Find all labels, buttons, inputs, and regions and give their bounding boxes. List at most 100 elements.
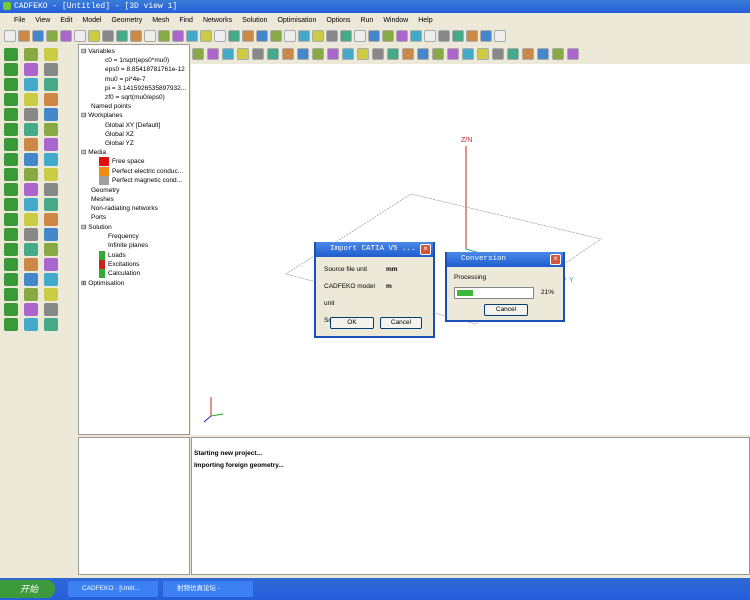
tree-solution-item[interactable]: Calculation (81, 269, 187, 279)
toolbar-button-icon[interactable] (46, 30, 58, 42)
palette-tool-icon[interactable] (4, 108, 18, 121)
toolbar-button-icon[interactable] (74, 30, 86, 42)
palette-tool-icon[interactable] (4, 213, 18, 226)
palette-tool-icon[interactable] (4, 318, 18, 331)
toolbar-button-icon[interactable] (312, 30, 324, 42)
toolbar-button-icon[interactable] (270, 30, 282, 42)
tree-variable[interactable]: eps0 = 8.85418781761e-12 (81, 65, 187, 74)
tree-optimisation[interactable]: ⊞ Optimisation (81, 279, 187, 288)
close-button[interactable]: × (550, 254, 561, 265)
tree-solution[interactable]: ⊟ Solution (81, 223, 187, 232)
palette-tool-icon[interactable] (4, 243, 18, 256)
view-tool-icon[interactable] (237, 48, 249, 60)
toolbar-button-icon[interactable] (466, 30, 478, 42)
cancel-button[interactable]: Cancel (380, 317, 422, 329)
view-tool-icon[interactable] (537, 48, 549, 60)
toolbar-button-icon[interactable] (368, 30, 380, 42)
tree-variable[interactable]: mu0 = pi*4e-7 (81, 75, 187, 84)
tree-medium[interactable]: Perfect magnetic cond... (81, 176, 187, 186)
palette-tool-icon[interactable] (24, 243, 38, 256)
toolbar-button-icon[interactable] (452, 30, 464, 42)
model-tree[interactable]: ⊟ Variables c0 = 1/sqrt(eps0*mu0) eps0 = … (78, 44, 190, 435)
tree-solution-item[interactable]: Frequency (81, 231, 187, 241)
view-tool-icon[interactable] (312, 48, 324, 60)
menu-file[interactable]: File (14, 17, 25, 24)
palette-tool-icon[interactable] (4, 138, 18, 151)
toolbar-button-icon[interactable] (256, 30, 268, 42)
menu-options[interactable]: Options (326, 17, 350, 24)
palette-tool-icon[interactable] (44, 258, 58, 271)
menu-view[interactable]: View (35, 17, 50, 24)
palette-tool-icon[interactable] (24, 48, 38, 61)
toolbar-button-icon[interactable] (4, 30, 16, 42)
palette-tool-icon[interactable] (24, 303, 38, 316)
palette-tool-icon[interactable] (44, 48, 58, 61)
toolbar-button-icon[interactable] (32, 30, 44, 42)
tree-workplanes[interactable]: ⊟ Workplanes (81, 111, 187, 120)
palette-tool-icon[interactable] (24, 78, 38, 91)
tree-media[interactable]: ⊟ Media (81, 148, 187, 157)
view-tool-icon[interactable] (402, 48, 414, 60)
tree-solution-item[interactable]: Infinite planes (81, 241, 187, 251)
palette-tool-icon[interactable] (4, 288, 18, 301)
palette-tool-icon[interactable] (4, 168, 18, 181)
palette-tool-icon[interactable] (44, 168, 58, 181)
palette-tool-icon[interactable] (44, 288, 58, 301)
toolbar-button-icon[interactable] (326, 30, 338, 42)
view-tool-icon[interactable] (222, 48, 234, 60)
palette-tool-icon[interactable] (4, 63, 18, 76)
menu-optimisation[interactable]: Optimisation (277, 17, 316, 24)
toolbar-button-icon[interactable] (130, 30, 142, 42)
toolbar-button-icon[interactable] (382, 30, 394, 42)
palette-tool-icon[interactable] (24, 123, 38, 136)
view-tool-icon[interactable] (207, 48, 219, 60)
tree-variables[interactable]: ⊟ Variables (81, 47, 187, 56)
palette-tool-icon[interactable] (4, 48, 18, 61)
toolbar-button-icon[interactable] (424, 30, 436, 42)
tree-meshes[interactable]: Meshes (81, 195, 187, 204)
palette-tool-icon[interactable] (4, 183, 18, 196)
palette-tool-icon[interactable] (44, 228, 58, 241)
palette-tool-icon[interactable] (4, 78, 18, 91)
view-tool-icon[interactable] (297, 48, 309, 60)
tree-solution-item[interactable]: Excitations (81, 259, 187, 269)
palette-tool-icon[interactable] (24, 228, 38, 241)
palette-tool-icon[interactable] (44, 108, 58, 121)
menu-mesh[interactable]: Mesh (152, 17, 169, 24)
tree-workplane[interactable]: Global XY [Default] (81, 121, 187, 130)
toolbar-button-icon[interactable] (494, 30, 506, 42)
tree-variable[interactable]: zf0 = sqrt(mu0/eps0) (81, 93, 187, 102)
tree-medium[interactable]: Free space (81, 157, 187, 167)
toolbar-button-icon[interactable] (186, 30, 198, 42)
view-tool-icon[interactable] (567, 48, 579, 60)
toolbar-button-icon[interactable] (228, 30, 240, 42)
menu-model[interactable]: Model (82, 17, 101, 24)
toolbar-button-icon[interactable] (242, 30, 254, 42)
menu-solution[interactable]: Solution (242, 17, 267, 24)
tree-workplane[interactable]: Global XZ (81, 130, 187, 139)
view-tool-icon[interactable] (507, 48, 519, 60)
menu-geometry[interactable]: Geometry (111, 17, 142, 24)
toolbar-button-icon[interactable] (340, 30, 352, 42)
palette-tool-icon[interactable] (44, 318, 58, 331)
palette-tool-icon[interactable] (44, 198, 58, 211)
toolbar-button-icon[interactable] (158, 30, 170, 42)
view-tool-icon[interactable] (342, 48, 354, 60)
palette-tool-icon[interactable] (4, 198, 18, 211)
view-tool-icon[interactable] (357, 48, 369, 60)
palette-tool-icon[interactable] (44, 213, 58, 226)
toolbar-button-icon[interactable] (102, 30, 114, 42)
tree-variable[interactable]: pi = 3.1415926535897932... (81, 84, 187, 93)
palette-tool-icon[interactable] (24, 273, 38, 286)
view-tool-icon[interactable] (432, 48, 444, 60)
menu-window[interactable]: Window (383, 17, 408, 24)
view-tool-icon[interactable] (267, 48, 279, 60)
tree-ports[interactable]: Ports (81, 213, 187, 222)
menu-networks[interactable]: Networks (203, 17, 232, 24)
palette-tool-icon[interactable] (24, 288, 38, 301)
view-tool-icon[interactable] (552, 48, 564, 60)
palette-tool-icon[interactable] (24, 183, 38, 196)
toolbar-button-icon[interactable] (354, 30, 366, 42)
ok-button[interactable]: OK (330, 317, 374, 329)
palette-tool-icon[interactable] (24, 213, 38, 226)
